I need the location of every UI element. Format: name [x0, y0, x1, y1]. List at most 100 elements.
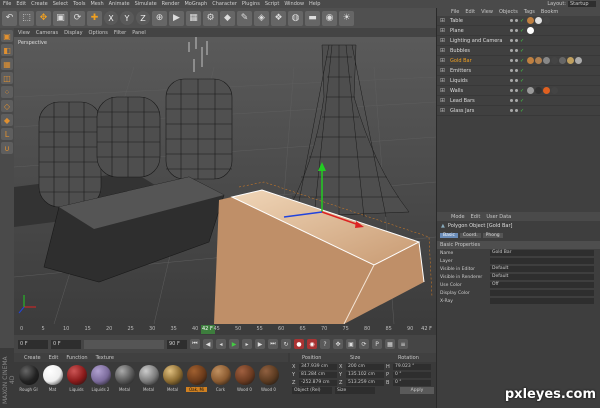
menu-item-character[interactable]: Character [212, 1, 237, 7]
editor-visibility-dot-icon[interactable] [510, 109, 513, 112]
scene-floor-icon[interactable]: ▬ [305, 10, 320, 26]
previous-key-icon[interactable]: ◀ [203, 339, 213, 349]
object-menu-file[interactable]: File [451, 9, 459, 15]
make-editable-icon[interactable]: ▣ [1, 30, 13, 42]
editor-visibility-dot-icon[interactable] [510, 89, 513, 92]
attribute-value-field[interactable]: Default [490, 266, 594, 272]
menu-item-simulate[interactable]: Simulate [135, 1, 157, 7]
previous-frame-icon[interactable]: ◂ [216, 339, 226, 349]
expand-icon[interactable]: ⊞ [440, 87, 445, 94]
scale-key-icon[interactable]: ▣ [346, 339, 356, 349]
start-frame-field[interactable]: 0 F [18, 339, 48, 349]
enabled-check-icon[interactable]: ✓ [520, 68, 524, 74]
rot-field[interactable]: 79.023 ° [393, 363, 431, 370]
attribute-tab-coord[interactable]: Coord. [459, 232, 481, 238]
loop-icon[interactable]: ↻ [281, 339, 291, 349]
expand-icon[interactable]: ⊞ [440, 107, 445, 114]
enabled-check-icon[interactable]: ✓ [520, 78, 524, 84]
material-swatch[interactable]: Metal [114, 365, 135, 392]
enabled-check-icon[interactable]: ✓ [520, 38, 524, 44]
render-settings-icon[interactable]: ⚙ [203, 10, 218, 26]
material-swatch[interactable]: Liquids [66, 365, 87, 392]
model-mode-icon[interactable]: ◧ [1, 44, 13, 56]
next-key-icon[interactable]: ▶ [255, 339, 265, 349]
expand-icon[interactable]: ⊞ [440, 17, 445, 24]
size-field[interactable]: 513.259 cm [346, 379, 384, 386]
material-tag-icon[interactable] [535, 17, 543, 24]
attribute-menu-mode[interactable]: Mode [451, 214, 465, 220]
attribute-value-field[interactable]: Default [490, 274, 594, 280]
material-tag-icon[interactable] [543, 17, 551, 24]
object-menu-objects[interactable]: Objects [499, 9, 518, 15]
menu-item-animate[interactable]: Animate [109, 1, 130, 7]
editor-visibility-dot-icon[interactable] [510, 39, 513, 42]
render-visibility-dot-icon[interactable] [515, 49, 518, 52]
menu-item-file[interactable]: File [3, 1, 11, 7]
x-axis-lock-icon[interactable]: X [104, 11, 118, 25]
viewport-menu-cameras[interactable]: Cameras [36, 30, 58, 36]
enabled-check-icon[interactable]: ✓ [520, 48, 524, 54]
subdivision-icon[interactable]: ◈ [254, 10, 269, 26]
timeline-menu-icon[interactable]: ≡ [398, 339, 408, 349]
go-to-start-icon[interactable]: ⏮ [190, 339, 200, 349]
material-swatch[interactable]: Liquids 2 [90, 365, 111, 392]
render-visibility-dot-icon[interactable] [515, 109, 518, 112]
texture-mode-icon[interactable]: ▦ [1, 58, 13, 70]
max-frame-field[interactable]: 90 F [167, 339, 187, 349]
enabled-check-icon[interactable]: ✓ [520, 58, 524, 64]
object-row[interactable]: ⊞ Bubbles ✓ [437, 46, 600, 56]
viewport-menu-options[interactable]: Options [89, 30, 108, 36]
enable-axis-icon[interactable]: L [1, 128, 13, 140]
material-tag-icon[interactable] [543, 87, 551, 94]
cube-primitive-icon[interactable]: ◆ [220, 10, 235, 26]
enabled-check-icon[interactable]: ✓ [520, 18, 524, 24]
record-keyframe-icon[interactable]: ● [294, 339, 304, 349]
material-tag-icon[interactable] [551, 87, 559, 94]
rotate-tool-icon[interactable]: ⟳ [70, 10, 85, 26]
enabled-check-icon[interactable]: ✓ [520, 108, 524, 114]
object-row[interactable]: ⊞ Lighting and Camera ✓ [437, 36, 600, 46]
viewport-menu-view[interactable]: View [18, 30, 30, 36]
min-frame-field[interactable]: 0 F [51, 339, 81, 349]
viewport-menu-display[interactable]: Display [64, 30, 82, 36]
autokey-icon[interactable]: ◉ [307, 339, 317, 349]
menu-item-mograph[interactable]: MoGraph [184, 1, 207, 7]
attribute-menu-edit[interactable]: Edit [471, 214, 481, 220]
object-row[interactable]: ⊞ Liquids ✓ [437, 76, 600, 86]
material-tag-icon[interactable] [543, 57, 551, 64]
expand-icon[interactable]: ⊞ [440, 57, 445, 64]
size-field[interactable]: 135.102 cm [346, 371, 384, 378]
render-visibility-dot-icon[interactable] [515, 99, 518, 102]
scale-tool-icon[interactable]: ▣ [53, 10, 68, 26]
undo-icon[interactable]: ↶ [2, 10, 17, 26]
go-to-end-icon[interactable]: ⏭ [268, 339, 278, 349]
render-visibility-dot-icon[interactable] [515, 59, 518, 62]
apply-button[interactable]: Apply [400, 387, 434, 394]
attribute-menu-user-data[interactable]: User Data [486, 214, 511, 220]
object-menu-tags[interactable]: Tags [524, 9, 535, 15]
timeline-ruler[interactable]: 42 F 42 F 0 5 10 15 20 25 30 35 40 45 50 55 60 65 70 75… [14, 324, 436, 335]
expand-icon[interactable]: ⊞ [440, 47, 445, 54]
material-swatch[interactable]: Mat [42, 365, 63, 392]
pos-field[interactable]: 81.284 cm [299, 371, 337, 378]
menu-item-mesh[interactable]: Mesh [90, 1, 103, 7]
material-tag-icon[interactable] [575, 57, 583, 64]
object-row[interactable]: ⊞ Table ✓ [437, 16, 600, 26]
attribute-value-field[interactable] [490, 298, 594, 304]
live-selection-icon[interactable]: ⬚ [19, 10, 34, 26]
editor-visibility-dot-icon[interactable] [510, 59, 513, 62]
editor-visibility-dot-icon[interactable] [510, 19, 513, 22]
attribute-tab-basic[interactable]: Basic [440, 232, 458, 238]
menu-item-plugins[interactable]: Plugins [242, 1, 260, 7]
move-tool-icon[interactable]: ✥ [36, 10, 51, 26]
editor-visibility-dot-icon[interactable] [510, 69, 513, 72]
enabled-check-icon[interactable]: ✓ [520, 28, 524, 34]
rot-field[interactable]: 0 ° [393, 371, 431, 378]
object-row[interactable]: ⊞ Plane ✓ [437, 26, 600, 36]
pos-field[interactable]: 347.939 cm [299, 363, 337, 370]
render-visibility-dot-icon[interactable] [515, 29, 518, 32]
attribute-value-field[interactable] [490, 258, 594, 264]
object-menu-edit[interactable]: Edit [465, 9, 475, 15]
viewport-menu-filter[interactable]: Filter [114, 30, 126, 36]
light-icon[interactable]: ☀ [339, 10, 354, 26]
